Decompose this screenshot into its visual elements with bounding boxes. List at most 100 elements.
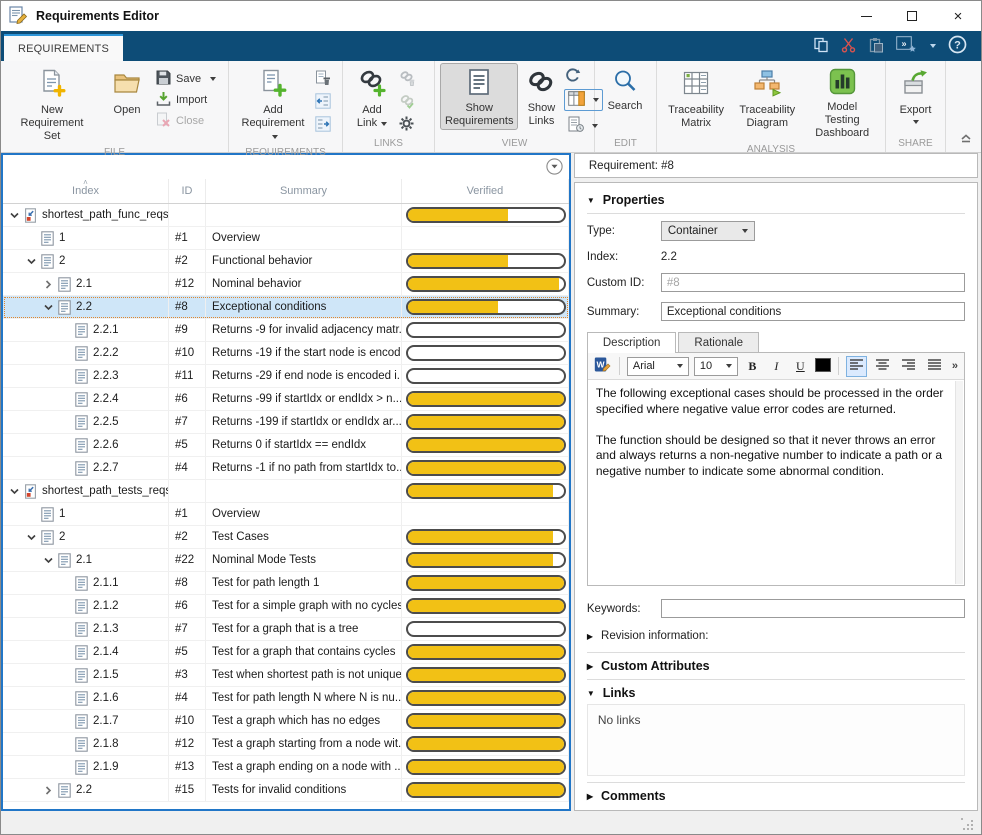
demote-requirement-icon[interactable] [315,116,331,135]
column-header-index[interactable]: ˄ Index [3,179,169,203]
table-row[interactable]: 2.1.3#7Test for a graph that is a tree [3,618,569,641]
chevron-right-icon[interactable] [41,785,56,796]
new-requirement-set-button[interactable]: New Requirement Set [6,63,98,146]
table-row[interactable]: 2.2.7#4Returns -1 if no path from startI… [3,457,569,480]
align-left-button[interactable] [846,356,867,377]
search-button[interactable]: Search [600,63,650,115]
save-button[interactable]: Save [156,70,216,87]
chevron-down-icon[interactable] [24,256,39,267]
table-row[interactable]: 2#2Test Cases [3,526,569,549]
save-caret-icon[interactable] [210,77,216,81]
table-row[interactable]: 2.1.2#6Test for a simple graph with no c… [3,595,569,618]
tab-description[interactable]: Description [587,332,677,353]
maximize-button[interactable] [889,1,935,31]
copy-icon[interactable] [813,37,829,56]
italic-button[interactable]: I [767,356,786,376]
cut-icon[interactable] [841,37,856,56]
keywords-field[interactable] [661,599,965,618]
table-row[interactable]: 2.1.8#12Test a graph starting from a nod… [3,733,569,756]
table-row[interactable]: 2.2.5#7Returns -199 if startIdx or endId… [3,411,569,434]
column-header-summary[interactable]: Summary [206,179,402,203]
comments-header[interactable]: ▶ Comments [587,785,965,807]
paste-icon[interactable] [868,37,884,56]
chevron-down-icon[interactable] [24,532,39,543]
underline-button[interactable]: U [791,356,810,376]
font-size-select[interactable]: 10 [694,357,738,376]
table-row[interactable]: 2.2.3#11Returns -29 if end node is encod… [3,365,569,388]
export-caret-icon[interactable] [913,120,919,124]
rich-text-editor: W Arial 10 B I U [587,352,965,586]
table-row[interactable]: 2.1.4#5Test for a graph that contains cy… [3,641,569,664]
custom-attributes-header[interactable]: ▶ Custom Attributes [587,655,965,677]
font-family-select[interactable]: Arial [627,357,689,376]
close-button[interactable]: × [935,1,981,31]
chevron-down-icon[interactable] [41,555,56,566]
table-row[interactable]: 2#2Functional behavior [3,250,569,273]
show-requirements-button[interactable]: Show Requirements [440,63,518,130]
table-row[interactable]: 2.1.1#8Test for path length 1 [3,572,569,595]
collapse-ribbon-icon[interactable] [959,132,973,147]
chevron-down-icon[interactable] [7,486,22,497]
justify-button[interactable] [924,356,945,377]
resize-grip[interactable] [961,818,973,830]
table-row[interactable]: 2.2.4#6Returns -99 if startIdx or endIdx… [3,388,569,411]
model-testing-dashboard-button[interactable]: Model Testing Dashboard [804,63,880,143]
add-link-caret-icon[interactable] [381,122,387,126]
table-row[interactable]: 1#1Overview [3,227,569,250]
links-header[interactable]: ▼ Links [587,682,965,704]
table-row[interactable]: 2.1.6#4Test for path length N where N is… [3,687,569,710]
tab-requirements[interactable]: REQUIREMENTS [4,34,123,61]
delete-requirement-icon[interactable] [315,70,331,89]
traceability-matrix-button[interactable]: Traceability Matrix [662,63,730,132]
align-right-button[interactable] [898,356,919,377]
section-label-edit: EDIT [600,137,651,152]
open-button[interactable]: Open [101,63,153,119]
add-link-button[interactable]: Add Link [348,63,396,132]
custom-id-field[interactable] [661,273,965,292]
chevron-right-icon[interactable] [41,279,56,290]
view-options-button[interactable] [546,158,563,178]
quick-access-caret-icon[interactable] [930,44,936,48]
summary-field[interactable] [661,302,965,321]
revision-information-header[interactable]: ▶ Revision information: [587,626,965,646]
chevron-down-icon[interactable] [7,210,22,221]
table-row[interactable]: 2.1.9#13Test a graph ending on a node wi… [3,756,569,779]
refresh-icon[interactable] [564,67,581,86]
properties-section-header[interactable]: ▼ Properties [587,189,965,211]
table-row[interactable]: 2.2.6#5Returns 0 if startIdx == endIdx [3,434,569,457]
help-icon[interactable]: ? [948,35,967,57]
add-requirement-button[interactable]: Add Requirement [234,63,312,146]
more-actions-icon[interactable]: » [896,36,918,56]
promote-requirement-icon[interactable] [315,93,331,112]
chevron-down-icon[interactable] [41,302,56,313]
table-row[interactable]: 2.1#12Nominal behavior [3,273,569,296]
editor-scrollbar[interactable] [955,381,963,584]
description-text-area[interactable]: The following exceptional cases should b… [588,380,964,585]
table-row[interactable]: 2.2#15Tests for invalid conditions [3,779,569,802]
bold-button[interactable]: B [743,356,762,376]
export-button[interactable]: Export [891,63,940,126]
table-row[interactable]: 2.2.2#10Returns -19 if the start node is… [3,342,569,365]
table-row[interactable]: 1#1Overview [3,503,569,526]
table-row[interactable]: 2.1#22Nominal Mode Tests [3,549,569,572]
font-color-swatch[interactable] [815,358,831,375]
word-edit-icon[interactable]: W [594,356,612,376]
table-row[interactable]: 2.2#8Exceptional conditions [3,296,569,319]
import-button[interactable]: Import [156,91,216,108]
column-header-id[interactable]: ID [169,179,206,203]
table-row[interactable]: 2.2.1#9Returns -9 for invalid adjacency … [3,319,569,342]
show-links-button[interactable]: Show Links [521,63,561,130]
add-requirement-caret-icon[interactable] [272,135,278,139]
traceability-diagram-button[interactable]: Traceability Diagram [733,63,801,132]
type-select[interactable]: Container [661,221,755,241]
align-center-button[interactable] [872,356,893,377]
tab-rationale[interactable]: Rationale [678,332,759,353]
table-row[interactable]: 2.1.5#3Test when shortest path is not un… [3,664,569,687]
table-row[interactable]: shortest_path_tests_reqs [3,480,569,503]
table-row[interactable]: shortest_path_func_reqs [3,204,569,227]
link-settings-gear-icon[interactable] [399,116,414,134]
minimize-button[interactable] [843,1,889,31]
toolbar-overflow-button[interactable]: » [952,360,958,372]
table-row[interactable]: 2.1.7#10Test a graph which has no edges [3,710,569,733]
column-header-verified[interactable]: Verified [402,179,569,203]
